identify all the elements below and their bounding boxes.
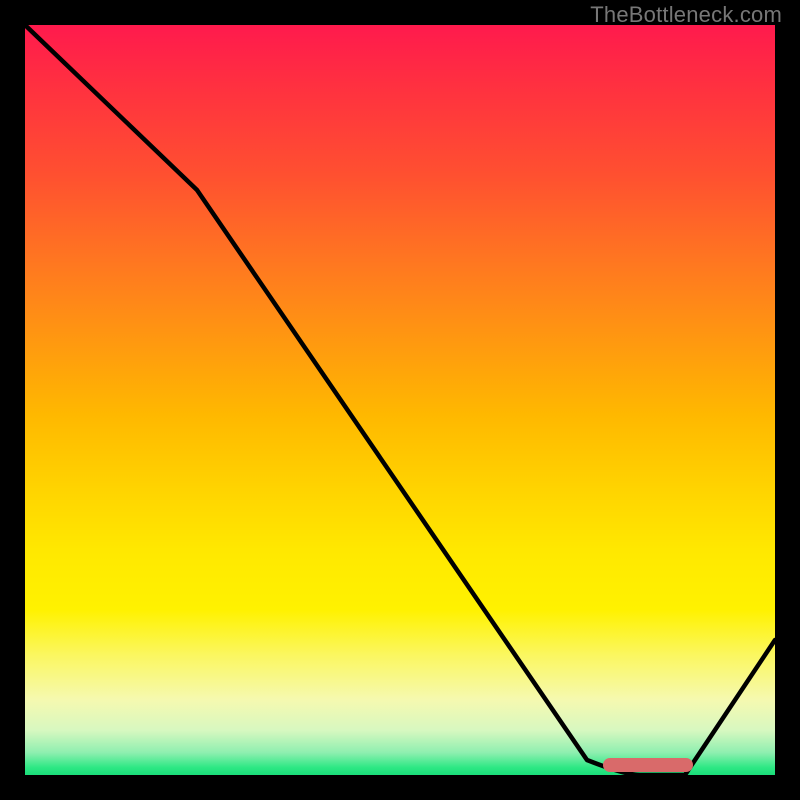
curve-path xyxy=(25,25,775,775)
optimal-range-marker xyxy=(603,758,693,772)
chart-plot-area xyxy=(25,25,775,775)
bottleneck-curve xyxy=(25,25,775,775)
